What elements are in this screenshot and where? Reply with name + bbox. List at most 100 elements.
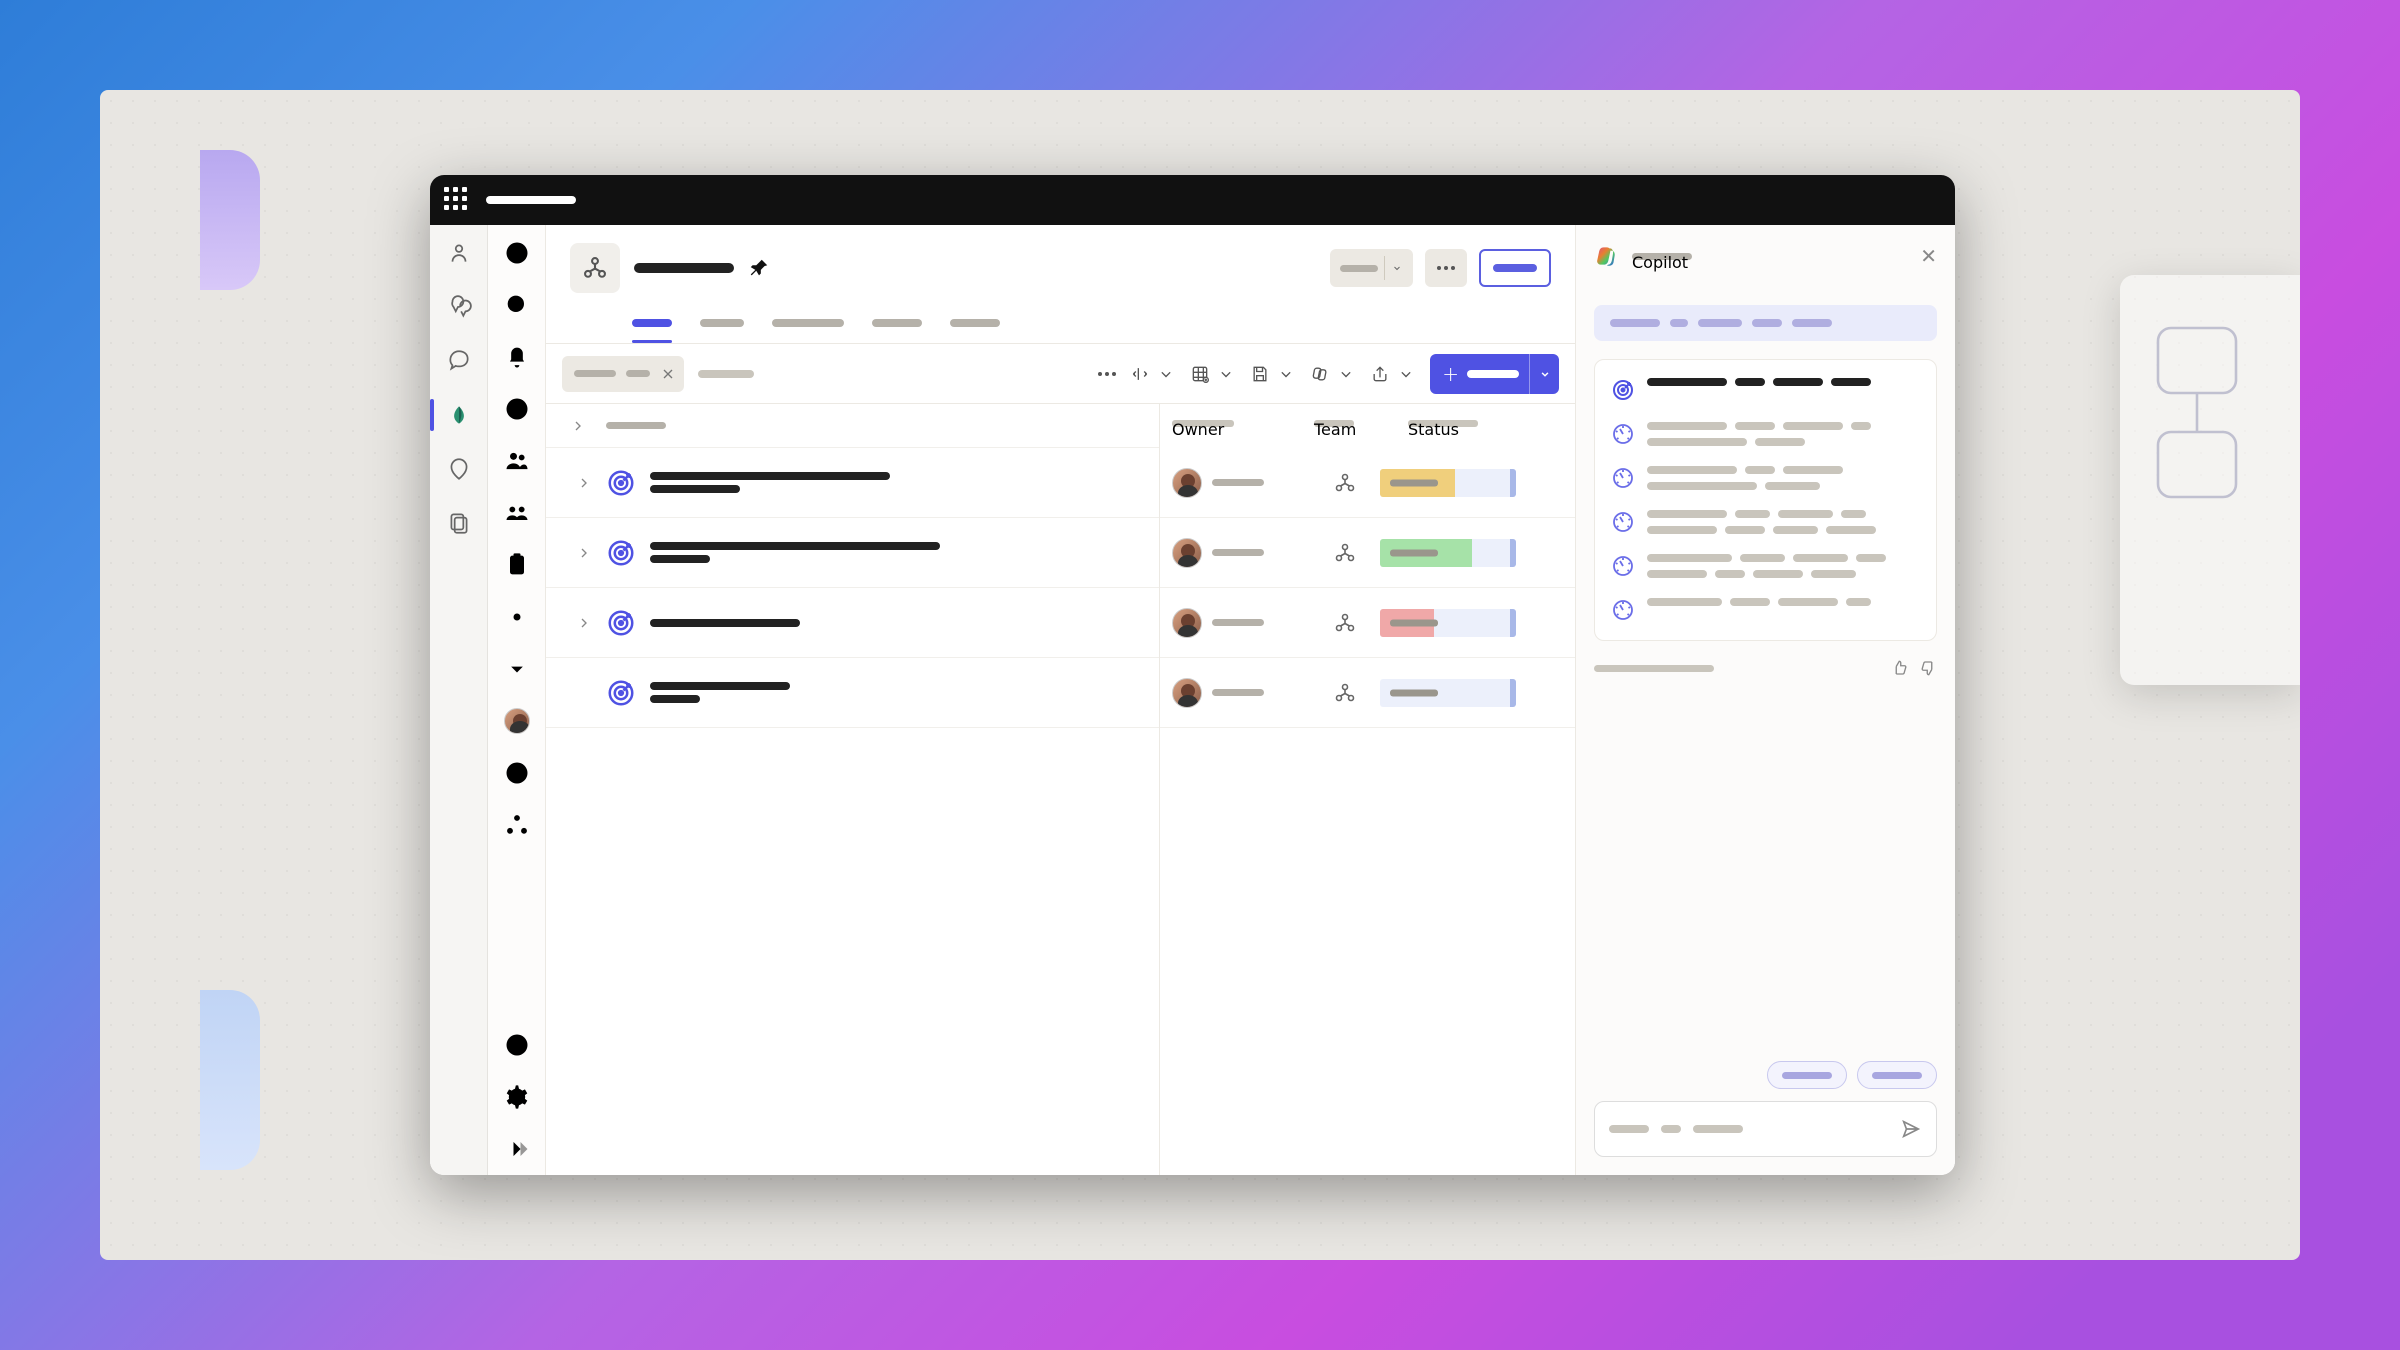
card-item[interactable] [1611,510,1920,534]
status-chip[interactable] [1380,469,1516,497]
page-title: Project Name [634,263,734,273]
copilot-suggestion[interactable] [1594,305,1937,341]
card-item[interactable] [1611,422,1920,446]
status-chip[interactable] [1380,609,1516,637]
sub-collapse-icon[interactable] [503,1135,531,1163]
tab-1[interactable] [700,303,744,343]
toolbar-grid-button[interactable] [1190,364,1236,384]
goal-row[interactable] [546,658,1159,728]
sub-team-icon[interactable] [503,499,531,527]
rail-files-icon[interactable] [445,509,473,537]
goal-row[interactable] [546,588,1159,658]
card-title-row [1611,378,1920,402]
avatar [1172,538,1202,568]
header-dropdown-button[interactable] [1330,249,1413,287]
data-columns: Owner Team Status [1160,404,1575,1175]
sub-clipboard-icon[interactable] [503,551,531,579]
tab-4[interactable] [950,303,1000,343]
sub-globe-icon[interactable] [503,239,531,267]
toolbar-copilot-button[interactable] [1310,364,1356,384]
team-cell[interactable] [1310,541,1380,565]
sub-user-avatar[interactable] [503,707,531,735]
avatar [1172,678,1202,708]
owner-cell[interactable] [1160,678,1310,708]
gauge-icon [1611,598,1635,622]
sub-expand-icon[interactable] [503,655,531,683]
add-button[interactable]: + [1430,354,1559,394]
close-icon[interactable] [660,366,676,382]
rail-viva-goals-icon[interactable] [445,401,473,429]
header-copilot-button[interactable] [1479,249,1551,287]
rail-copilot-icon[interactable] [445,347,473,375]
avatar [1172,468,1202,498]
pin-icon[interactable] [748,257,770,279]
compose-box[interactable] [1594,1101,1937,1157]
sub-people-icon[interactable] [503,447,531,475]
goal-row[interactable] [546,518,1159,588]
sub-globe2-icon[interactable] [503,759,531,787]
column-headers: Owner Team Status [1160,404,1575,442]
copilot-title: Copilot [1632,253,1692,260]
copilot-panel: Copilot ✕ [1575,225,1955,1175]
toolbar-text [698,370,754,378]
content-area: Owner Team Status [546,404,1575,1175]
toolbar-more-icon[interactable] [1098,372,1116,376]
sub-help-icon[interactable] [503,1031,531,1059]
feedback-row [1594,659,1937,677]
owner-cell[interactable] [1160,608,1310,638]
tab-3[interactable] [872,303,922,343]
app-title: App [486,196,576,204]
sub-org-icon[interactable] [503,811,531,839]
team-cell[interactable] [1310,611,1380,635]
copilot-logo-icon [1594,243,1620,269]
copilot-card [1594,359,1937,641]
app-launcher-icon[interactable] [444,187,470,213]
suggestion-chip[interactable] [1767,1061,1847,1089]
card-item[interactable] [1611,466,1920,490]
rail-connections-icon[interactable] [445,455,473,483]
header-more-button[interactable] [1425,249,1467,287]
decor-blob [200,150,260,290]
thumb-up-icon[interactable] [1891,659,1909,677]
col-status-label: Status [1408,420,1478,427]
sub-bell-icon[interactable] [503,343,531,371]
tab-2[interactable] [772,303,844,343]
add-button-split[interactable] [1529,354,1559,394]
toolbar-save-button[interactable] [1250,364,1296,384]
data-row [1160,588,1575,658]
goal-row[interactable] [546,448,1159,518]
rail-chat-icon[interactable] [445,293,473,321]
decor-blob [200,990,260,1170]
sub-compass-icon[interactable] [503,395,531,423]
sub-search-icon[interactable] [503,291,531,319]
sub-settings2-icon[interactable] [503,1083,531,1111]
team-cell[interactable] [1310,681,1380,705]
sub-rail [488,225,546,1175]
status-chip[interactable] [1380,679,1516,707]
suggestion-chip[interactable] [1857,1061,1937,1089]
left-rail [430,225,488,1175]
owner-cell[interactable] [1160,468,1310,498]
decor-card [2120,275,2300,685]
team-cell[interactable] [1310,471,1380,495]
card-item[interactable] [1611,554,1920,578]
close-panel-button[interactable]: ✕ [1920,246,1937,266]
filter-chip[interactable] [562,356,684,392]
send-icon[interactable] [1900,1118,1922,1140]
status-chip[interactable] [1380,539,1516,567]
page-header: Project Name [546,225,1575,344]
data-row [1160,658,1575,728]
target-icon [1611,378,1635,402]
card-item[interactable] [1611,598,1920,622]
thumb-down-icon[interactable] [1919,659,1937,677]
data-row [1160,518,1575,588]
data-row [1160,448,1575,518]
sub-settings-icon[interactable] [503,603,531,631]
toolbar-share-button[interactable] [1370,364,1416,384]
col-team-label: Team [1314,420,1354,427]
toolbar-expand-button[interactable] [1130,364,1176,384]
rail-home-icon[interactable] [445,239,473,267]
tab-0[interactable] [632,303,672,343]
owner-cell[interactable] [1160,538,1310,568]
tree-group-header[interactable] [546,404,1159,448]
